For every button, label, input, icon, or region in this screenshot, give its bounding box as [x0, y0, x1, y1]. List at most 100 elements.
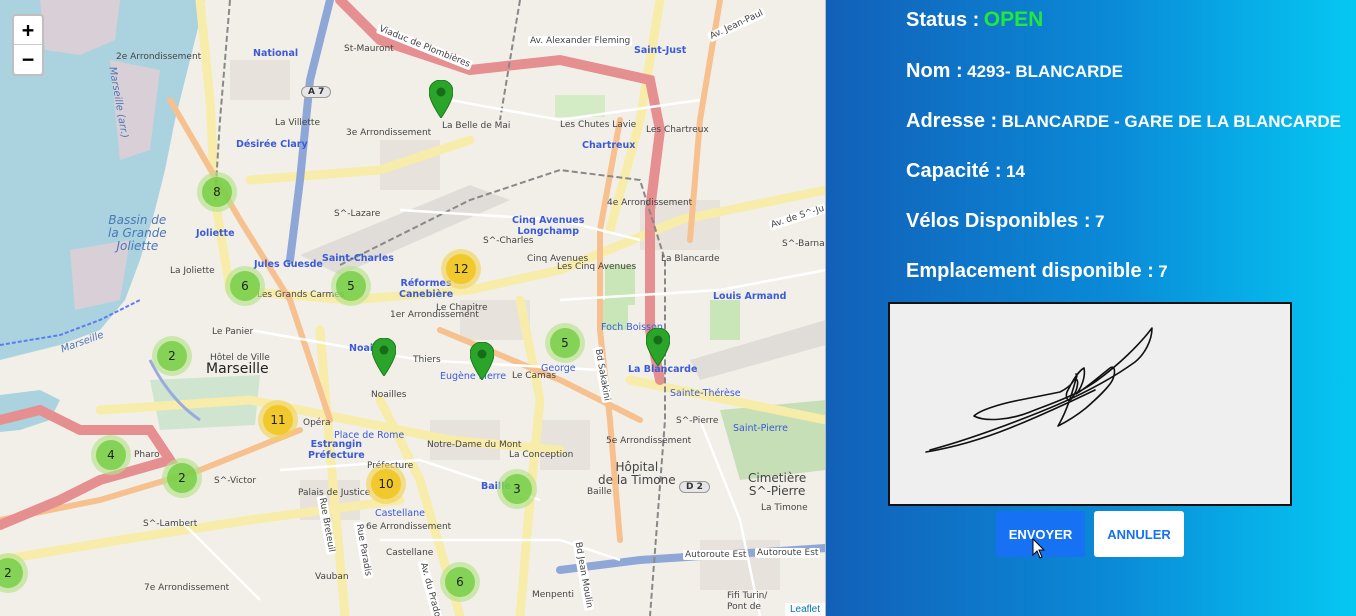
district-label: Castellane [386, 548, 434, 558]
zoom-in-button[interactable]: + [14, 16, 42, 45]
district-label: La Villette [275, 118, 320, 128]
station-marker-icon[interactable] [372, 338, 396, 376]
cancel-button[interactable]: ANNULER [1094, 511, 1184, 557]
address-value: BLANCARDE - GARE DE LA BLANCARDE [1001, 112, 1341, 131]
name-row: Nom : 4293- BLANCARDE [906, 60, 1123, 83]
station-cluster[interactable]: 3 [497, 469, 537, 509]
station-marker-icon[interactable] [470, 342, 494, 380]
slots-value: 7 [1158, 262, 1168, 281]
metro-label: Saint-Charles [322, 253, 394, 264]
water-label: Bassin de la Grande Joliette [108, 213, 167, 253]
district-label: S^-Lazare [334, 209, 381, 219]
cluster-count: 2 [157, 341, 187, 371]
station-marker-icon[interactable] [429, 80, 453, 118]
metro-label: National [253, 48, 299, 59]
metro-label: Saint-Just [634, 45, 687, 56]
road-shield: A 7 [301, 86, 332, 98]
district-label: La Conception [509, 450, 574, 460]
metro-label: Louis Armand [713, 291, 787, 302]
district-label: Pharo [134, 450, 160, 460]
district-label: Cimetière S^-Pierre [748, 471, 807, 498]
bikes-value: 7 [1094, 212, 1105, 231]
district-label: Hôpital de la Timone [598, 460, 676, 487]
city-label: Marseille [206, 361, 269, 377]
signature-stroke [925, 327, 1153, 453]
district-label: S^-Victor [214, 476, 257, 486]
signature-canvas[interactable] [888, 302, 1292, 506]
district-label: Baille [587, 487, 612, 497]
district-label: Le Panier [212, 327, 254, 337]
status-row: Status : OPEN [906, 8, 1043, 32]
mouse-cursor-icon [1032, 538, 1046, 559]
metro-label: Estrangin Préfecture [308, 439, 365, 461]
road-label: Autoroute Est [755, 548, 821, 558]
district-label: 5e Arrondissement [606, 436, 692, 446]
cluster-count: 11 [263, 405, 293, 435]
name-value: 4293- BLANCARDE [967, 62, 1123, 81]
district-label: Opéra [303, 418, 331, 428]
bikes-label: Vélos Disponibles : [906, 210, 1091, 232]
cluster-count: 6 [445, 567, 475, 597]
station-cluster[interactable]: 6 [440, 562, 480, 602]
district-label: 2e Arrondissement [116, 52, 202, 62]
station-details-panel: Status : OPEN Nom : 4293- BLANCARDE Adre… [826, 0, 1356, 616]
metro-label: Castellane [375, 508, 425, 519]
station-cluster[interactable]: 6 [225, 266, 265, 306]
cluster-count: 5 [336, 271, 366, 301]
metro-label: Chartreux [582, 140, 636, 151]
station-cluster[interactable]: 11 [258, 400, 298, 440]
district-label: S^-Charles [483, 236, 534, 246]
district-label: Les Cinq Avenues [557, 262, 637, 272]
district-label: Thiers [413, 355, 441, 365]
district-label: Noailles [371, 390, 407, 400]
address-row: Adresse : BLANCARDE - GARE DE LA BLANCAR… [906, 110, 1341, 133]
station-cluster[interactable]: 2 [162, 458, 202, 498]
station-marker-icon[interactable] [646, 328, 670, 366]
station-cluster[interactable]: 5 [331, 266, 371, 306]
district-label: 3e Arrondissement [346, 128, 432, 138]
district-label: Les Chutes Lavie [560, 120, 637, 130]
status-label: Status : [906, 9, 980, 31]
station-cluster[interactable]: 8 [197, 172, 237, 212]
metro-label: Saint-Pierre [733, 423, 788, 434]
metro-label: Cinq Avenues Longchamp [512, 215, 585, 237]
station-map[interactable]: Marseille 2e Arrondissement 3e Arrondiss… [0, 0, 826, 616]
metro-label: Désirée Clary [236, 139, 308, 150]
cluster-count: 10 [371, 469, 401, 499]
road-label: Av. Alexander Fleming [528, 36, 633, 46]
station-cluster[interactable]: 5 [545, 323, 585, 363]
cluster-count: 12 [446, 254, 476, 284]
metro-label: Noai [349, 343, 374, 354]
cluster-count: 3 [502, 474, 532, 504]
status-value: OPEN [983, 8, 1044, 31]
district-label: Le Chapitre [436, 303, 488, 313]
district-label: S^-Pierre [676, 416, 719, 426]
attribution-link[interactable]: Leaflet [784, 603, 825, 616]
slots-label: Emplacement disponible : [906, 260, 1154, 282]
district-label: 6e Arrondissement [366, 522, 452, 532]
district-label: La Belle de Mai [442, 121, 511, 131]
road-label: Autoroute Est [683, 550, 749, 560]
zoom-out-button[interactable]: − [14, 45, 42, 74]
district-label: Notre-Dame du Mont [427, 440, 522, 450]
capacity-value: 14 [1006, 162, 1025, 181]
cluster-count: 8 [202, 177, 232, 207]
metro-label: Sainte-Thérèse [670, 388, 741, 399]
capacity-row: Capacité : 14 [906, 160, 1025, 183]
district-label: La Blancarde [661, 254, 720, 264]
station-cluster[interactable]: 4 [91, 435, 131, 475]
slots-row: Emplacement disponible : 7 [906, 260, 1168, 283]
cluster-count: 2 [167, 463, 197, 493]
district-label: Les Chartreux [646, 125, 709, 135]
district-label: S^-Lambert [143, 519, 198, 529]
bikes-row: Vélos Disponibles : 7 [906, 210, 1104, 233]
station-cluster[interactable]: 10 [366, 464, 406, 504]
district-label: St-Mauront [344, 44, 394, 54]
metro-label: Jules Guesde [254, 259, 323, 270]
district-label: Hôtel de Ville [210, 353, 270, 363]
station-cluster[interactable]: 12 [441, 249, 481, 289]
district-label: Menpenti [532, 590, 574, 600]
station-cluster[interactable]: 2 [152, 336, 192, 376]
district-label: Vauban [315, 572, 349, 582]
metro-label: George [541, 363, 576, 374]
